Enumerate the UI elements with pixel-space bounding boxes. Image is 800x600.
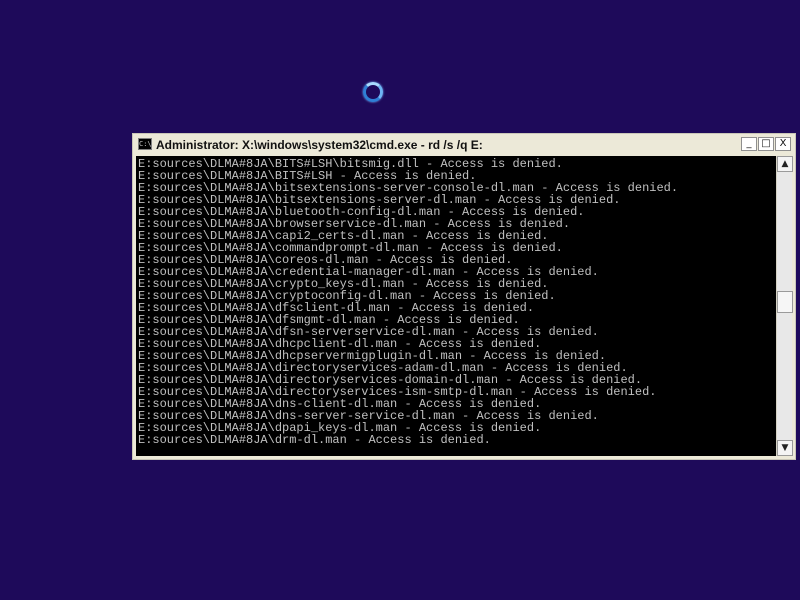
loading-spinner-icon xyxy=(363,82,383,102)
console-line: E:sources\DLMA#8JA\drm-dl.man - Access i… xyxy=(138,433,491,447)
scroll-thumb[interactable] xyxy=(777,291,793,313)
scroll-up-button[interactable]: ▲ xyxy=(777,156,793,172)
maximize-button[interactable]: □ xyxy=(758,137,774,151)
close-button[interactable]: X xyxy=(775,137,791,151)
console-output[interactable]: E:sources\DLMA#8JA\BITS#LSH\bitsmig.dll … xyxy=(136,156,776,456)
cmd-app-icon: C:\ xyxy=(138,138,152,150)
vertical-scrollbar[interactable]: ▲ ▼ xyxy=(776,156,793,456)
window-titlebar[interactable]: C:\ Administrator: X:\windows\system32\c… xyxy=(135,136,793,154)
scroll-down-button[interactable]: ▼ xyxy=(777,440,793,456)
console-lines: E:sources\DLMA#8JA\BITS#LSH\bitsmig.dll … xyxy=(138,158,678,446)
window-title: Administrator: X:\windows\system32\cmd.e… xyxy=(156,138,483,152)
minimize-button[interactable]: _ xyxy=(741,137,757,151)
cmd-window[interactable]: C:\ Administrator: X:\windows\system32\c… xyxy=(132,133,796,460)
